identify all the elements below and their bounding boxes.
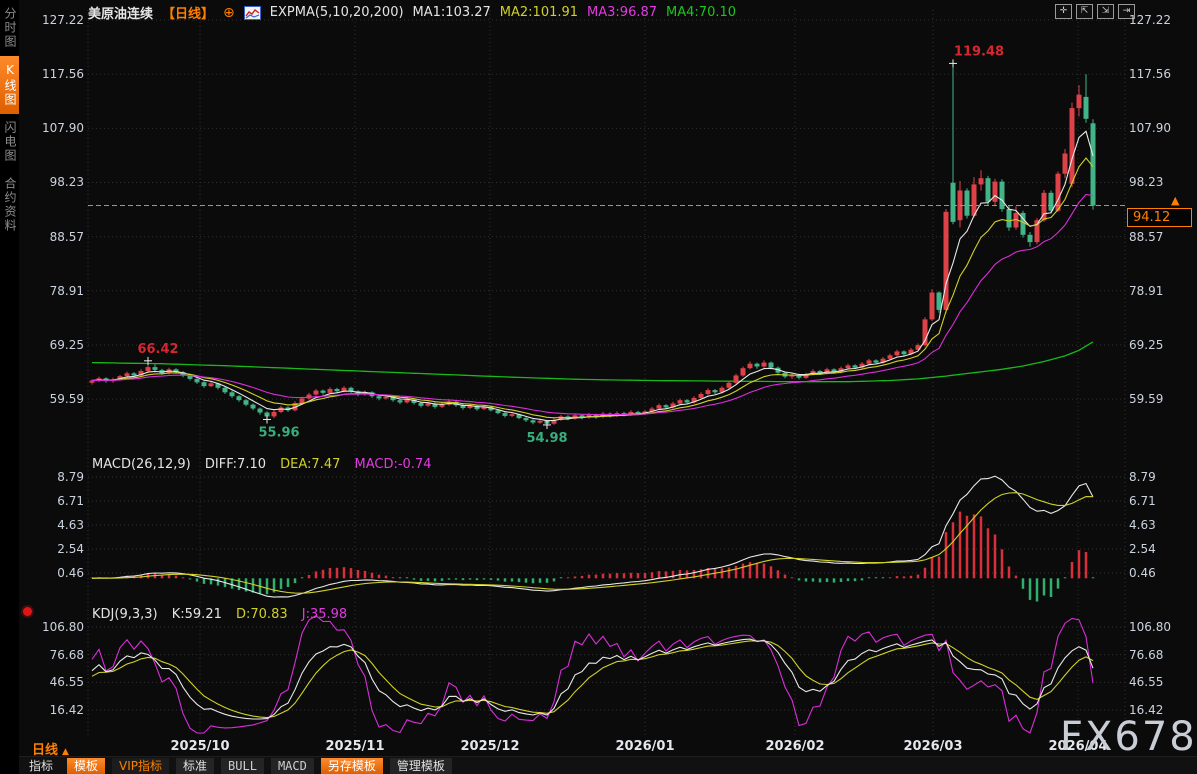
y-axis-label: 117.56 [24,67,84,81]
price-chart-canvas[interactable]: 66.42 55.96 54.98 119.48 [0,0,1197,774]
y-axis-label: 8.79 [24,470,84,484]
y-axis-label: 0.46 [24,566,84,580]
y-axis-label: 78.91 [24,284,84,298]
y-axis-label: 8.79 [1129,470,1191,484]
price-arrow-icon: ▲ [1171,194,1179,207]
y-axis-label: 106.80 [1129,620,1191,634]
x-axis-month-label: 2026/02 [765,739,824,754]
macd-hist-value: MACD:-0.74 [355,457,432,472]
x-axis-month-label: 2025/11 [325,739,384,754]
toolbar-button-1[interactable]: 模板 [67,758,105,774]
macd-diff-value: DIFF:7.10 [205,457,266,472]
kdj-k-value: K:59.21 [172,607,222,622]
kdj-title[interactable]: KDJ(9,3,3) [92,607,158,622]
price-annotation-55.96: 55.96 [258,425,299,440]
scale-axis-right-icon[interactable]: ⇲ [1097,4,1114,19]
y-axis-label: 106.80 [24,620,84,634]
ma4-value: MA4:70.10 [666,5,736,20]
bottom-toolbar: 指标模板 VIP指标标准 BULL MACD 另存模板管理模板 [0,756,1197,774]
price-annotation-66.42: 66.42 [137,342,178,357]
y-axis-label: 59.59 [24,392,84,406]
chart-toolbar-icons: ✛⇱⇲⇥ [1055,4,1135,19]
y-axis-label: 4.63 [1129,518,1191,532]
y-axis-label: 107.90 [24,121,84,135]
y-axis-label: 6.71 [24,494,84,508]
x-axis-month-label: 2026/01 [615,739,674,754]
indicator-name[interactable]: EXPMA(5,10,20,200) [270,5,404,20]
y-axis-label: 127.22 [24,13,84,27]
macd-title[interactable]: MACD(26,12,9) [92,457,191,472]
y-axis-label: 69.25 [24,338,84,352]
y-axis-label: 59.59 [1129,392,1191,406]
y-axis-label: 98.23 [24,175,84,189]
price-annotation-119.48: 119.48 [954,44,1004,59]
toolbar-button-5[interactable]: MACD [271,758,314,774]
date-axis-row: 日线▲ 2025/102025/112025/122026/012026/022… [0,738,1197,756]
y-axis-label: 88.57 [1129,230,1191,244]
y-axis-label: 2.54 [24,542,84,556]
chart-type-sidebar: 分时图K线图闪电图合约资料 [0,0,19,774]
sidebar-item-2[interactable]: 闪电图 [0,114,19,170]
y-axis-label: 98.23 [1129,175,1191,189]
y-axis-label: 0.46 [1129,566,1191,580]
kdj-d-value: D:70.83 [236,607,288,622]
symbol-name: 美原油连续 [88,7,153,22]
ma2-value: MA2:101.91 [500,5,578,20]
line-chart-icon[interactable] [244,6,261,20]
expand-plus-icon[interactable]: ⊕ [223,5,235,21]
x-axis-month-label: 2026/03 [903,739,962,754]
toolbar-button-3[interactable]: 标准 [176,758,214,774]
toolbar-button-7[interactable]: 管理模板 [390,758,452,774]
y-axis-label: 127.22 [1129,13,1191,27]
y-axis-label: 107.90 [1129,121,1191,135]
period-tag[interactable]: 【日线】 [162,7,214,22]
y-axis-label: 76.68 [24,648,84,662]
y-axis-label: 88.57 [24,230,84,244]
crosshair-icon[interactable]: ✛ [1055,4,1072,19]
toolbar-button-6[interactable]: 另存模板 [321,758,383,774]
y-axis-label: 76.68 [1129,648,1191,662]
y-axis-label: 78.91 [1129,284,1191,298]
sidebar-item-3[interactable]: 合约资料 [0,170,19,240]
y-axis-label: 4.63 [24,518,84,532]
chart-header: 美原油连续【日线】 ⊕ EXPMA(5,10,20,200) MA1:103.27 MA… [88,3,745,19]
kdj-j-value: J:35.98 [302,607,347,622]
ma3-value: MA3:96.87 [587,5,657,20]
price-annotation-54.98: 54.98 [526,431,567,446]
y-axis-label: 16.42 [24,703,84,717]
chart-application-window: 66.42 55.96 54.98 119.48 分时图K线图闪电图合约资料 美原油连… [0,0,1197,774]
x-axis-month-label: 2025/10 [170,739,229,754]
y-axis-label: 2.54 [1129,542,1191,556]
macd-header: MACD(26,12,9) DIFF:7.10 DEA:7.47 MACD:-0… [92,457,441,472]
sidebar-item-1[interactable]: K线图 [0,56,19,114]
y-axis-label: 69.25 [1129,338,1191,352]
y-axis-label: 6.71 [1129,494,1191,508]
toolbar-button-4[interactable]: BULL [221,758,264,774]
kdj-header: KDJ(9,3,3) K:59.21 D:70.83 J:35.98 [92,607,357,622]
ma1-value: MA1:103.27 [413,5,491,20]
watermark: FX678 [1060,714,1197,760]
panel-alert-icon[interactable] [23,607,32,616]
y-axis-label: 46.55 [1129,675,1191,689]
toolbar-button-2[interactable]: VIP指标 [112,758,169,774]
scale-axis-left-icon[interactable]: ⇱ [1076,4,1093,19]
x-axis-month-label: 2025/12 [460,739,519,754]
y-axis-label: 117.56 [1129,67,1191,81]
macd-dea-value: DEA:7.47 [280,457,340,472]
toolbar-button-0[interactable]: 指标 [22,758,60,774]
last-price-box: 94.12 [1127,208,1192,227]
y-axis-label: 46.55 [24,675,84,689]
sidebar-item-0[interactable]: 分时图 [0,0,19,56]
